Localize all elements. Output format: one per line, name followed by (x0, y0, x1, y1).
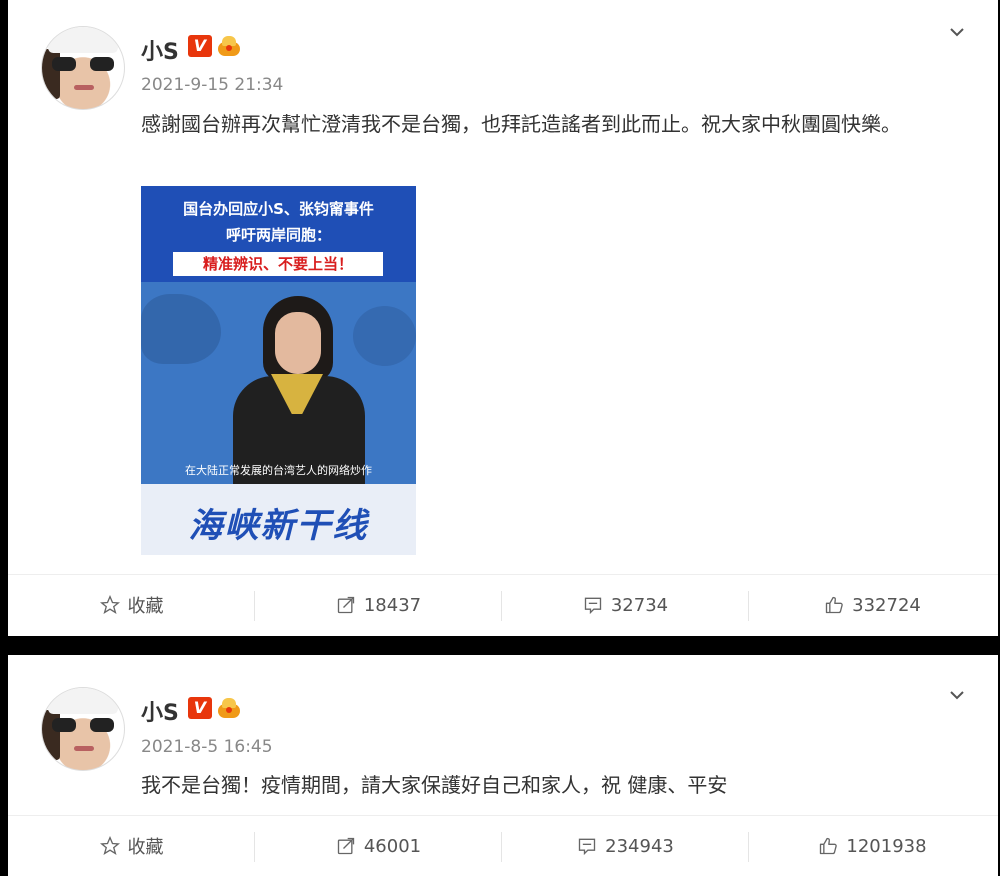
post-text: 感謝國台辦再次幫忙澄清我不是台獨，也拜託造謠者到此而止。祝大家中秋團圓快樂。 (141, 112, 901, 136)
image-headline-1: 国台办回应小S、张钧甯事件 (183, 200, 374, 218)
repost-icon (337, 596, 355, 614)
user-name[interactable]: 小S (141, 695, 179, 727)
star-icon (99, 595, 120, 614)
crown-icon (216, 696, 242, 720)
like-button[interactable]: 332724 (749, 575, 996, 635)
comment-button[interactable]: 32734 (502, 575, 749, 635)
favorite-button[interactable]: 收藏 (8, 575, 255, 635)
like-button[interactable]: 1201938 (749, 816, 996, 876)
image-caption: 在大陆正常发展的台湾艺人的网络炒作 (185, 464, 372, 477)
post-timestamp[interactable]: 2021-9-15 21:34 (141, 75, 283, 95)
weibo-post-card: 小S V 2021-8-5 16:45 我不是台獨！疫情期間，請大家保護好自己和… (8, 655, 998, 876)
post-image[interactable]: 国台办回应小S、张钧甯事件 呼吁两岸同胞： 精准辨识、不要上当！ 在大陆正常发展… (141, 186, 416, 555)
comment-button[interactable]: 234943 (502, 816, 749, 876)
comment-count: 32734 (610, 594, 669, 616)
chevron-down-icon[interactable] (950, 687, 964, 701)
post-text: 我不是台獨！疫情期間，請大家保護好自己和家人，祝 健康、平安 (141, 773, 728, 797)
like-icon (820, 837, 838, 855)
like-count: 1201938 (846, 835, 927, 857)
chevron-down-icon[interactable] (950, 24, 964, 38)
avatar[interactable] (41, 26, 125, 110)
image-logo: 海峡新干线 (141, 484, 416, 555)
image-logo-text: 海峡新干线 (188, 506, 369, 546)
star-icon (99, 836, 120, 855)
repost-icon (337, 837, 355, 855)
image-headline-3: 精准辨识、不要上当！ (173, 252, 383, 276)
avatar[interactable] (41, 687, 125, 771)
comment-count: 234943 (605, 835, 674, 857)
favorite-label: 收藏 (127, 596, 164, 617)
like-count: 332724 (852, 594, 921, 616)
favorite-label: 收藏 (127, 837, 164, 858)
repost-count: 46001 (363, 835, 422, 857)
repost-button[interactable]: 46001 (255, 816, 502, 876)
action-bar: 收藏 18437 32734 332724 (8, 574, 998, 635)
image-headline-2: 呼吁两岸同胞： (225, 226, 331, 244)
comment-icon (578, 838, 596, 856)
verified-icon: V (188, 35, 212, 57)
action-bar: 收藏 46001 234943 1201938 (8, 815, 998, 876)
repost-count: 18437 (363, 594, 422, 616)
user-name[interactable]: 小S (141, 34, 179, 66)
like-icon (825, 596, 843, 614)
favorite-button[interactable]: 收藏 (8, 816, 255, 876)
weibo-post-card: 小S V 2021-9-15 21:34 感謝國台辦再次幫忙澄清我不是台獨，也拜… (8, 0, 998, 636)
post-timestamp[interactable]: 2021-8-5 16:45 (141, 737, 273, 757)
crown-icon (216, 34, 242, 58)
repost-button[interactable]: 18437 (255, 575, 502, 635)
verified-icon: V (188, 697, 212, 719)
comment-icon (584, 597, 602, 615)
